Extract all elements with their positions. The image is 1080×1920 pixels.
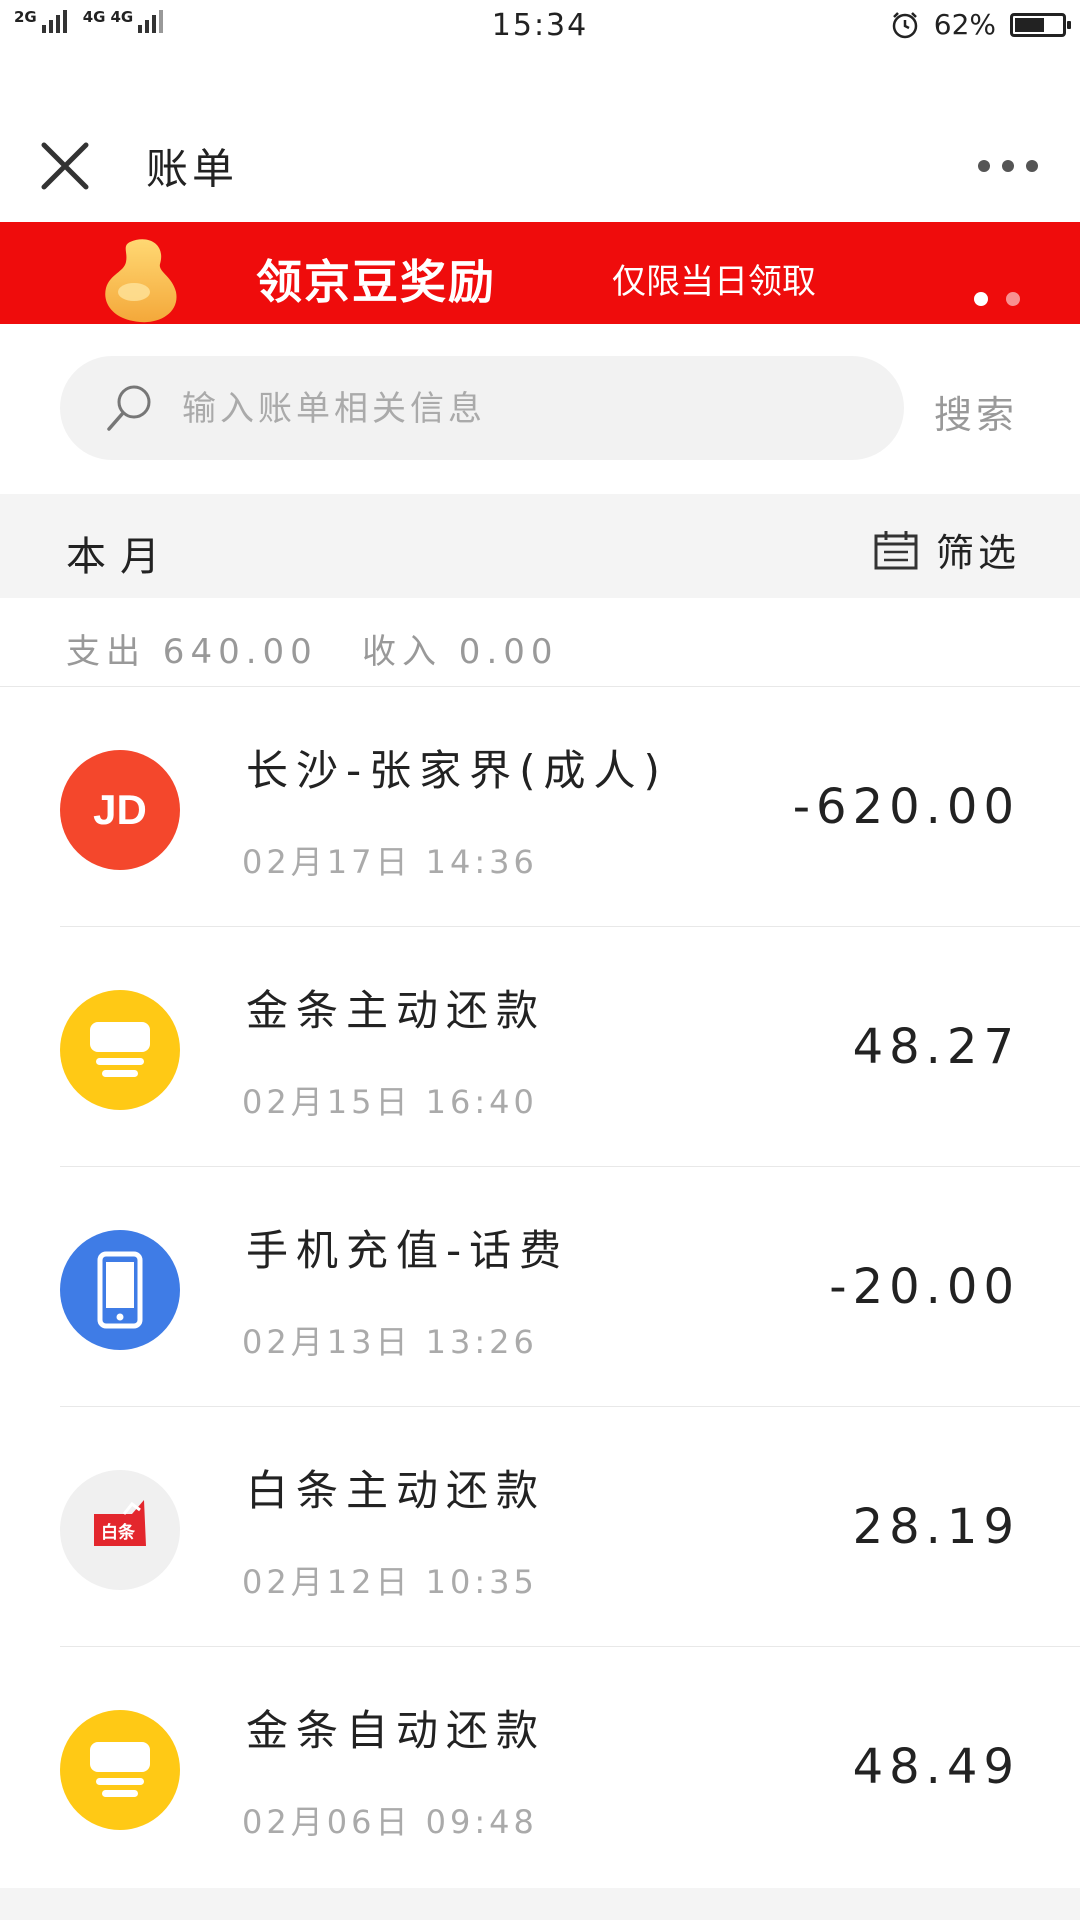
carousel-dot[interactable]	[1006, 292, 1020, 306]
expense-total: 支出 640.00	[66, 632, 318, 672]
bottom-strip	[0, 1888, 1080, 1920]
calendar-icon	[874, 530, 918, 569]
transaction-date: 02月13日 13:26	[242, 1323, 538, 1361]
transaction-date: 02月06日 09:48	[242, 1803, 538, 1841]
jintiao-icon	[60, 990, 180, 1110]
alarm-icon	[892, 11, 918, 38]
carousel-dots	[974, 292, 1020, 306]
filter-label: 筛选	[935, 531, 1020, 575]
transaction-amount: 48.27	[852, 1019, 1020, 1075]
transaction-title: 白条主动还款	[246, 1466, 547, 1515]
page-title: 账单	[146, 144, 239, 194]
transaction-row[interactable]: 白条 白条主动还款 02月12日 10:35 28.19	[0, 1407, 1080, 1647]
search-button[interactable]: 搜索	[934, 384, 1018, 439]
transaction-row[interactable]: JD 长沙-张家界(成人) 02月17日 14:36 -620.00	[0, 687, 1080, 927]
jd-logo: JD	[93, 786, 147, 833]
filter-button[interactable]: 筛选	[874, 522, 1020, 577]
search-box[interactable]	[60, 356, 904, 462]
transaction-date: 02月12日 10:35	[242, 1563, 538, 1601]
banner-subtitle: 仅限当日领取	[612, 262, 816, 302]
phone-icon	[60, 1230, 180, 1350]
jd-icon: JD	[60, 750, 180, 870]
transaction-date: 02月17日 14:36	[242, 843, 538, 881]
promo-banner[interactable]: 领京豆奖励 仅限当日领取	[0, 222, 1080, 324]
transaction-date: 02月15日 16:40	[242, 1083, 538, 1121]
transaction-amount: 48.49	[852, 1739, 1020, 1795]
close-icon[interactable]	[38, 139, 92, 193]
transaction-title: 金条主动还款	[246, 986, 547, 1035]
transaction-title: 长沙-张家界(成人)	[246, 746, 668, 795]
more-options-button[interactable]	[970, 152, 1046, 180]
transaction-amount: -620.00	[792, 779, 1020, 835]
transaction-row[interactable]: 金条自动还款 02月06日 09:48 48.49	[0, 1647, 1080, 1887]
month-label: 本月	[66, 534, 174, 580]
battery-icon	[1010, 12, 1071, 37]
transaction-title: 金条自动还款	[246, 1706, 547, 1755]
transaction-list: JD 长沙-张家界(成人) 02月17日 14:36 -620.00 金条主动还…	[0, 687, 1080, 1887]
jingdou-bean-icon	[105, 239, 177, 323]
battery-percent: 62%	[933, 8, 996, 41]
transaction-amount: -20.00	[829, 1259, 1020, 1315]
status-bar: 2G 4G 4G 15:34 62%	[0, 0, 1080, 54]
search-row: 搜索	[0, 356, 1080, 462]
income-total: 收入 0.00	[362, 632, 559, 672]
jd-logo-text: JD	[93, 786, 147, 833]
banner-title: 领京豆奖励	[256, 255, 496, 309]
baitiao-logo-text: 白条	[101, 1522, 136, 1543]
status-right: 62%	[890, 8, 1071, 41]
transaction-row[interactable]: 金条主动还款 02月15日 16:40 48.27	[0, 927, 1080, 1167]
more-dot	[1002, 160, 1014, 172]
month-summary: 支出 640.00 收入 0.00	[0, 598, 1080, 687]
nav-bar: 账单	[0, 54, 1080, 222]
transaction-title: 手机充值-话费	[246, 1226, 570, 1275]
search-input[interactable]	[180, 356, 884, 462]
transaction-row[interactable]: 手机充值-话费 02月13日 13:26 -20.00	[0, 1167, 1080, 1407]
carousel-dot-active[interactable]	[974, 292, 988, 306]
month-header: 本月 筛选	[0, 494, 1080, 598]
baitiao-icon: 白条	[60, 1470, 180, 1590]
search-icon	[107, 385, 151, 431]
more-dot	[1026, 160, 1038, 172]
more-dot	[978, 160, 990, 172]
jintiao-icon	[60, 1710, 180, 1830]
transaction-amount: 28.19	[852, 1499, 1020, 1555]
